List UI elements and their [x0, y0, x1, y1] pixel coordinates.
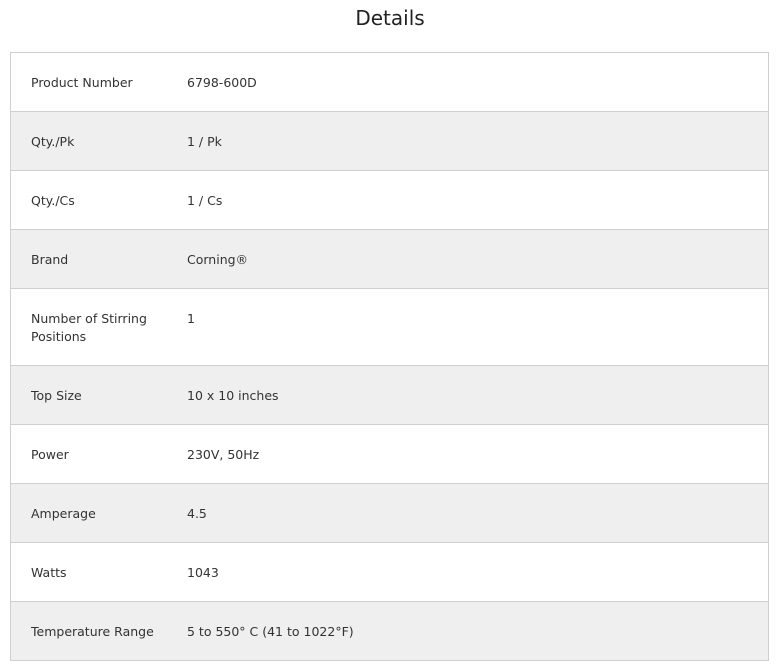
page-title: Details — [355, 6, 425, 30]
row-label: Amperage — [31, 506, 96, 521]
table-row: Qty./Pk 1 / Pk — [11, 112, 768, 171]
row-value: 6798-600D — [187, 75, 257, 90]
row-value: 1 — [187, 311, 195, 326]
row-value: 1043 — [187, 565, 219, 580]
details-table: Product Number 6798-600D Qty./Pk 1 / Pk … — [10, 52, 769, 661]
table-row: Top Size 10 x 10 inches — [11, 366, 768, 425]
row-label: Watts — [31, 565, 67, 580]
row-value: 10 x 10 inches — [187, 388, 279, 403]
row-label: Top Size — [31, 388, 82, 403]
row-label: Power — [31, 447, 69, 462]
table-row: Amperage 4.5 — [11, 484, 768, 543]
row-value: 5 to 550° C (41 to 1022°F) — [187, 624, 354, 639]
row-label: Temperature Range — [31, 624, 154, 639]
table-row: Product Number 6798-600D — [11, 53, 768, 112]
row-label: Qty./Cs — [31, 193, 75, 208]
row-value: 230V, 50Hz — [187, 447, 260, 462]
table-row: Brand Corning® — [11, 230, 768, 289]
table-row: Qty./Cs 1 / Cs — [11, 171, 768, 230]
row-label: Number of Stirring Positions — [31, 311, 147, 344]
row-label: Qty./Pk — [31, 134, 75, 149]
row-value: 1 / Pk — [187, 134, 222, 149]
table-row: Watts 1043 — [11, 543, 768, 602]
row-label: Brand — [31, 252, 69, 267]
table-row: Power 230V, 50Hz — [11, 425, 768, 484]
table-row: Temperature Range 5 to 550° C (41 to 102… — [11, 602, 768, 660]
table-row: Number of Stirring Positions 1 — [11, 289, 768, 366]
row-value: 4.5 — [187, 506, 207, 521]
row-value: 1 / Cs — [187, 193, 223, 208]
row-value: Corning® — [187, 252, 249, 267]
row-label: Product Number — [31, 75, 133, 90]
